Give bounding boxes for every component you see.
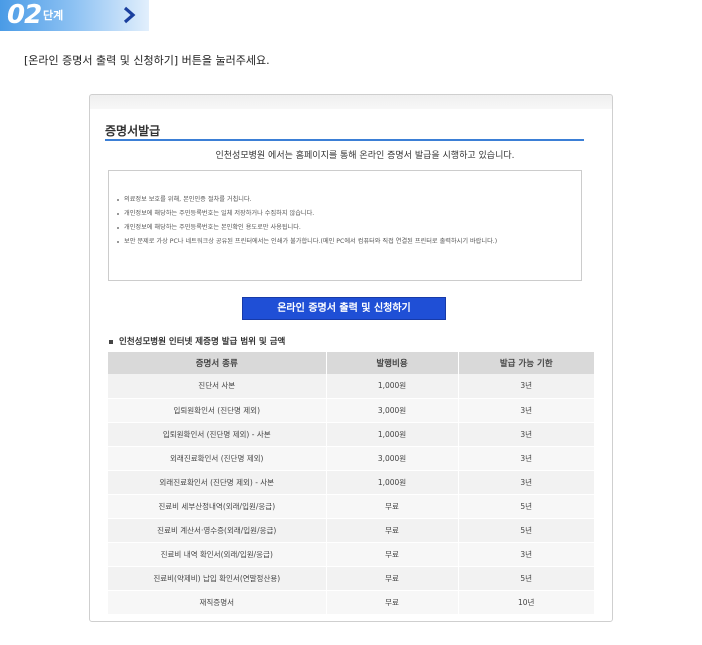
cell-fee: 3,000원: [326, 446, 459, 471]
cell-fee: 1,000원: [326, 470, 459, 495]
cell-period: 5년: [458, 518, 594, 543]
cell-fee: 무료: [326, 566, 459, 591]
table-row: 외래진료확인서 (진단명 제외) 3,000원 3년: [108, 446, 594, 471]
cell-period: 3년: [458, 542, 594, 567]
cell-certificate-type: 진단서 사본: [108, 374, 327, 399]
cell-fee: 1,000원: [326, 422, 459, 447]
cell-certificate-type: 재직증명서: [108, 590, 327, 615]
cell-period: 3년: [458, 470, 594, 495]
title-divider: [105, 139, 584, 141]
cell-fee: 무료: [326, 542, 459, 567]
intro-text: 인천성모병원 에서는 홈페이지를 통해 온라인 증명서 발급을 시행하고 있습니…: [215, 151, 515, 161]
table-row: 입퇴원확인서 (진단명 제외) 3,000원 3년: [108, 398, 594, 423]
certificate-frame: 증명서발급 인천성모병원 에서는 홈페이지를 통해 온라인 증명서 발급을 시행…: [89, 94, 613, 622]
cell-fee: 무료: [326, 518, 459, 543]
cell-period: 3년: [458, 398, 594, 423]
notice-item: 개인정보에 해당하는 주민등록번호는 본인확인 용도로만 사용됩니다.: [117, 224, 573, 232]
notice-box: 의료정보 보호를 위해, 본인인증 절차를 거칩니다. 개인정보에 해당하는 주…: [108, 170, 582, 281]
cell-period: 3년: [458, 422, 594, 447]
cell-fee: 1,000원: [326, 374, 459, 399]
table-row: 진료비 내역 확인서(외래/입원/응급) 무료 3년: [108, 542, 594, 567]
fee-section-label: 인천성모병원 인터넷 제증명 발급 범위 및 금액: [119, 337, 286, 347]
step-banner: 02 단계: [0, 0, 149, 31]
online-certificate-button[interactable]: 온라인 증명서 출력 및 신청하기: [242, 297, 446, 320]
fee-table-header: 증명서 종류 발행비용 발급 가능 기한: [108, 352, 594, 374]
cell-certificate-type: 진료비 내역 확인서(외래/입원/응급): [108, 542, 327, 567]
cell-period: 3년: [458, 374, 594, 399]
chevron-right-icon: [123, 6, 136, 24]
step-label: 단계: [43, 9, 64, 22]
cell-period: 10년: [458, 590, 594, 615]
table-row: 재직증명서 무료 10년: [108, 590, 594, 615]
notice-item: 의료정보 보호를 위해, 본인인증 절차를 거칩니다.: [117, 196, 573, 204]
notice-item: 개인정보에 해당하는 주민등록번호는 일체 저장하거나 수집하지 않습니다.: [117, 210, 573, 218]
table-row: 외래진료확인서 (진단명 제외) - 사본 1,000원 3년: [108, 470, 594, 495]
table-row: 진료비 세부산정내역(외래/입원/응급) 무료 5년: [108, 494, 594, 519]
cell-period: 5년: [458, 566, 594, 591]
cell-fee: 무료: [326, 494, 459, 519]
instruction-text: [온라인 증명서 출력 및 신청하기] 버튼을 눌러주세요.: [24, 54, 270, 67]
cell-certificate-type: 진료비 계산서·영수증(외래/입원/응급): [108, 518, 327, 543]
page-title: 증명서발급: [105, 124, 161, 138]
table-row: 진단서 사본 1,000원 3년: [108, 374, 594, 399]
step-number: 02: [7, 0, 42, 30]
fee-table: 증명서 종류 발행비용 발급 가능 기한 진단서 사본 1,000원 3년 입퇴…: [108, 352, 594, 615]
cell-certificate-type: 진료비 세부산정내역(외래/입원/응급): [108, 494, 327, 519]
cell-fee: 3,000원: [326, 398, 459, 423]
header-certificate-type: 증명서 종류: [108, 352, 327, 374]
table-row: 진료비 계산서·영수증(외래/입원/응급) 무료 5년: [108, 518, 594, 543]
square-bullet-icon: [109, 339, 113, 344]
cell-period: 5년: [458, 494, 594, 519]
cell-certificate-type: 진료비(약제비) 납입 확인서(연말정산용): [108, 566, 327, 591]
cell-certificate-type: 입퇴원확인서 (진단명 제외) - 사본: [108, 422, 327, 447]
table-row: 진료비(약제비) 납입 확인서(연말정산용) 무료 5년: [108, 566, 594, 591]
cell-fee: 무료: [326, 590, 459, 615]
certificate-panel: 증명서발급 인천성모병원 에서는 홈페이지를 통해 온라인 증명서 발급을 시행…: [96, 111, 594, 619]
header-fee: 발행비용: [326, 352, 459, 374]
cell-period: 3년: [458, 446, 594, 471]
cell-certificate-type: 외래진료확인서 (진단명 제외) - 사본: [108, 470, 327, 495]
table-row: 입퇴원확인서 (진단명 제외) - 사본 1,000원 3년: [108, 422, 594, 447]
notice-list: 의료정보 보호를 위해, 본인인증 절차를 거칩니다. 개인정보에 해당하는 주…: [117, 196, 573, 246]
cell-certificate-type: 입퇴원확인서 (진단명 제외): [108, 398, 327, 423]
fee-section-title: 인천성모병원 인터넷 제증명 발급 범위 및 금액: [109, 335, 285, 347]
notice-item: 보안 문제로 가상 PC나 네트워크상 공유된 프린터에서는 인쇄가 불가합니다…: [117, 238, 573, 246]
header-period: 발급 가능 기한: [458, 352, 594, 374]
cell-certificate-type: 외래진료확인서 (진단명 제외): [108, 446, 327, 471]
